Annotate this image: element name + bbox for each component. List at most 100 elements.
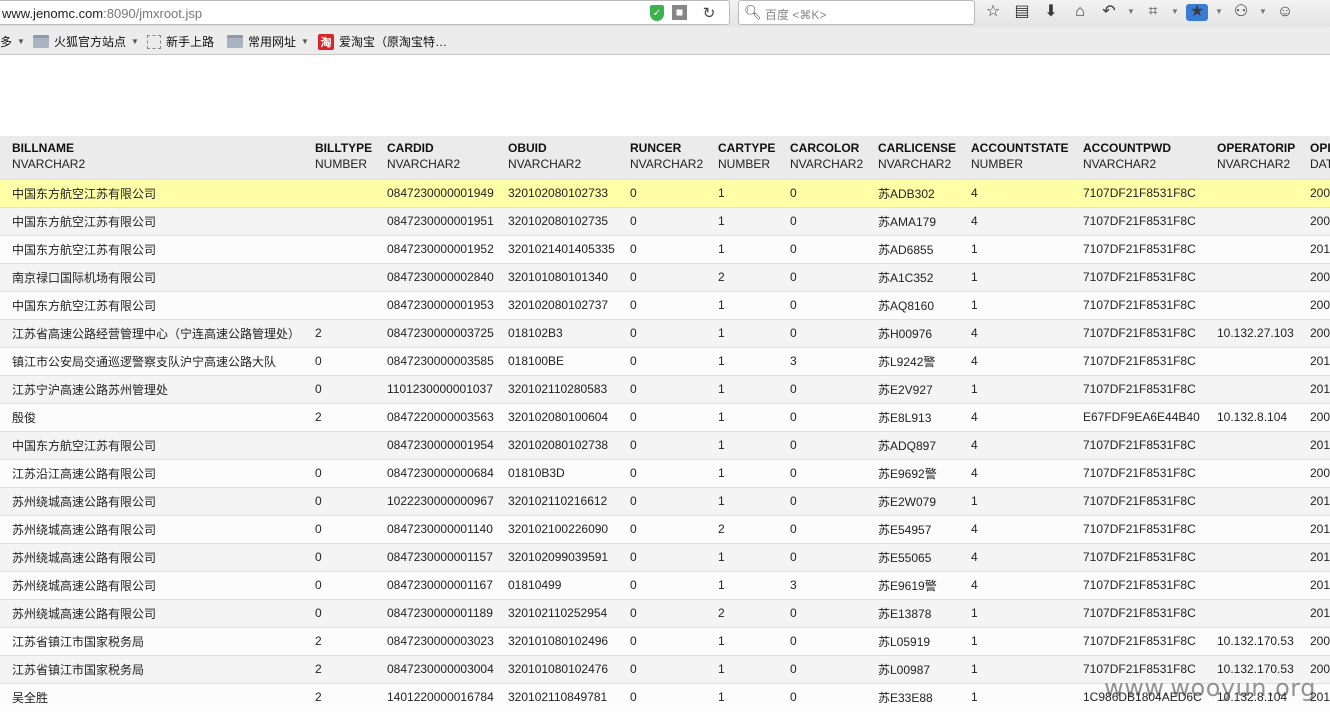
qr-code-icon[interactable]	[672, 5, 687, 20]
cell-carlicense: 苏ADQ897	[866, 430, 959, 459]
cell-obuid: 01810B3D	[496, 458, 618, 487]
cell-opi: 200	[1298, 626, 1330, 655]
cell-cardid: 0847230000001167	[375, 570, 496, 599]
table-row[interactable]: 江苏省高速公路经营管理中心（宁连高速公路管理处） 2 084723000000372…	[0, 318, 1330, 347]
folder-icon	[33, 35, 49, 48]
translate-icon[interactable]: ⚇	[1230, 3, 1252, 21]
cell-billtype: 0	[303, 346, 375, 375]
cell-billname: 吴全胜	[0, 682, 303, 711]
chevron-down-icon[interactable]: ▼	[1171, 3, 1179, 21]
cell-billname: 南京禄口国际机场有限公司	[0, 262, 303, 291]
column-type: NVARCHAR2	[878, 157, 952, 171]
search-bar[interactable]: 🔍︎ 百度 <⌘K>	[738, 0, 975, 25]
smiley-feedback-icon[interactable]: ☺	[1274, 3, 1296, 21]
browser-toolbar: www.jenomc.com:8090/jmxroot.jsp ✓ ↻ 🔍︎ 百…	[0, 0, 1330, 27]
cell-accountstate: 1	[959, 234, 1071, 263]
cell-runcer: 0	[618, 206, 706, 235]
cell-opi: 200	[1298, 290, 1330, 319]
bookmark-folder-firefox[interactable]: 火狐官方站点 ▼	[33, 33, 139, 50]
table-row[interactable]: 中国东方航空江苏有限公司 0847230000001954 320102080102…	[0, 430, 1330, 459]
bookmark-folder-common[interactable]: 常用网址 ▼	[227, 33, 309, 50]
cell-obuid: 018102B3	[496, 318, 618, 347]
security-shield-icon[interactable]: ✓	[650, 5, 664, 21]
cell-runcer: 0	[618, 626, 706, 655]
chevron-down-icon[interactable]: ▼	[1127, 3, 1135, 21]
cell-runcer: 0	[618, 178, 706, 207]
table-row[interactable]: 殷俊 2 0847220000003563 320102080100604 0 1 0 苏E8…	[0, 402, 1330, 431]
cell-opi: 200	[1298, 178, 1330, 207]
table-row[interactable]: 苏州绕城高速公路有限公司 0 0847230000001167 01810499 0 1 3…	[0, 570, 1330, 599]
table-row[interactable]: 中国东方航空江苏有限公司 0847230000001949 320102080102…	[0, 178, 1330, 207]
cell-obuid: 320101080102496	[496, 626, 618, 655]
cell-cardid: 0847230000001951	[375, 206, 496, 235]
url-icons: ✓	[650, 5, 687, 21]
table-row[interactable]: 苏州绕城高速公路有限公司 0 0847230000001189 32010211025…	[0, 598, 1330, 627]
cell-operatorip: 10.132.170.53	[1205, 626, 1298, 655]
cell-billname: 江苏沿江高速公路有限公司	[0, 458, 303, 487]
column-name: OBUID	[508, 141, 547, 155]
cell-operatorip	[1205, 346, 1298, 375]
table-row[interactable]: 苏州绕城高速公路有限公司 0 0847230000001157 32010209903…	[0, 542, 1330, 571]
chevron-down-icon[interactable]: ▼	[1259, 3, 1267, 21]
clipboard-icon[interactable]: ▤	[1011, 3, 1033, 21]
cell-runcer: 0	[618, 654, 706, 683]
crop-icon[interactable]: ⌗	[1142, 3, 1164, 21]
table-row[interactable]: 江苏省镇江市国家税务局 2 0847230000003023 320101080102…	[0, 626, 1330, 655]
table-row[interactable]: 中国东方航空江苏有限公司 0847230000001951 320102080102…	[0, 206, 1330, 235]
search-placeholder: 百度 <⌘K>	[765, 8, 827, 22]
cell-billtype	[303, 234, 375, 263]
cell-cartype: 1	[706, 458, 778, 487]
page-icon	[147, 34, 161, 49]
cell-runcer: 0	[618, 458, 706, 487]
column-type: NUMBER	[315, 157, 368, 171]
cell-accountstate: 4	[959, 402, 1071, 431]
bookmark-label: 爱淘宝（原淘宝特…	[339, 35, 448, 49]
column-header-accountpwd: ACCOUNTPWD NVARCHAR2	[1071, 136, 1205, 179]
cell-cartype: 1	[706, 682, 778, 711]
bookmark-more[interactable]: 多 ▼	[0, 33, 25, 50]
cell-accountstate: 4	[959, 542, 1071, 571]
cell-cardid: 0847230000003004	[375, 654, 496, 683]
cell-billname: 苏州绕城高速公路有限公司	[0, 514, 303, 543]
cell-carlicense: 苏L9242警	[866, 346, 959, 375]
bookmark-aitaobao[interactable]: 淘 爱淘宝（原淘宝特…	[318, 33, 447, 50]
cell-cardid: 0847230000003725	[375, 318, 496, 347]
table-row[interactable]: 江苏沿江高速公路有限公司 0 0847230000000684 01810B3D 0 1 0…	[0, 458, 1330, 487]
cell-cardid: 1401220000016784	[375, 682, 496, 711]
table-row[interactable]: 中国东方航空江苏有限公司 0847230000001952 320102140140…	[0, 234, 1330, 263]
cell-accountpwd: 7107DF21F8531F8C	[1071, 206, 1205, 235]
cell-cardid: 0847230000001189	[375, 598, 496, 627]
chevron-down-icon: ▼	[301, 37, 309, 46]
bookmark-star-icon[interactable]: ☆	[982, 3, 1004, 21]
table-row[interactable]: 南京禄口国际机场有限公司 0847230000002840 320101080101…	[0, 262, 1330, 291]
cell-obuid: 320102110216612	[496, 486, 618, 515]
table-row[interactable]: 苏州绕城高速公路有限公司 0 1022230000000967 32010211021…	[0, 486, 1330, 515]
cell-billtype: 0	[303, 458, 375, 487]
table-row[interactable]: 苏州绕城高速公路有限公司 0 0847230000001140 32010210022…	[0, 514, 1330, 543]
cell-cartype: 1	[706, 430, 778, 459]
table-row[interactable]: 中国东方航空江苏有限公司 0847230000001953 320102080102…	[0, 290, 1330, 319]
bookmark-getting-started[interactable]: 新手上路	[147, 33, 214, 50]
undo-icon[interactable]: ↶	[1098, 3, 1120, 21]
address-bar[interactable]: www.jenomc.com:8090/jmxroot.jsp ✓ ↻	[0, 0, 730, 25]
home-icon[interactable]: ⌂	[1069, 3, 1091, 21]
reload-icon[interactable]: ↻	[700, 4, 718, 22]
cell-billname: 苏州绕城高速公路有限公司	[0, 570, 303, 599]
cell-operatorip: 10.132.27.103	[1205, 318, 1298, 347]
download-icon[interactable]: ⬇	[1040, 3, 1062, 21]
cell-billtype: 0	[303, 374, 375, 403]
url-text[interactable]: www.jenomc.com:8090/jmxroot.jsp	[2, 6, 202, 21]
table-row[interactable]: 镇江市公安局交通巡逻警察支队沪宁高速公路大队 0 0847230000003585 0…	[0, 346, 1330, 375]
chevron-down-icon[interactable]: ▼	[1215, 3, 1223, 21]
column-type: NUMBER	[718, 157, 771, 171]
cell-opi: 201	[1298, 542, 1330, 571]
cell-carlicense: 苏AMA179	[866, 206, 959, 235]
cell-accountpwd: 7107DF21F8531F8C	[1071, 514, 1205, 543]
column-header-billtype: BILLTYPE NUMBER	[303, 136, 375, 179]
table-row[interactable]: 江苏宁沪高速公路苏州管理处 0 1101230000001037 3201021102…	[0, 374, 1330, 403]
column-name: RUNCER	[630, 141, 682, 155]
cell-cardid: 0847230000001953	[375, 290, 496, 319]
column-header-opi: OPI DAT	[1298, 136, 1330, 179]
favorite-extension-icon[interactable]: ★	[1186, 3, 1208, 21]
cell-cardid: 0847220000003563	[375, 402, 496, 431]
